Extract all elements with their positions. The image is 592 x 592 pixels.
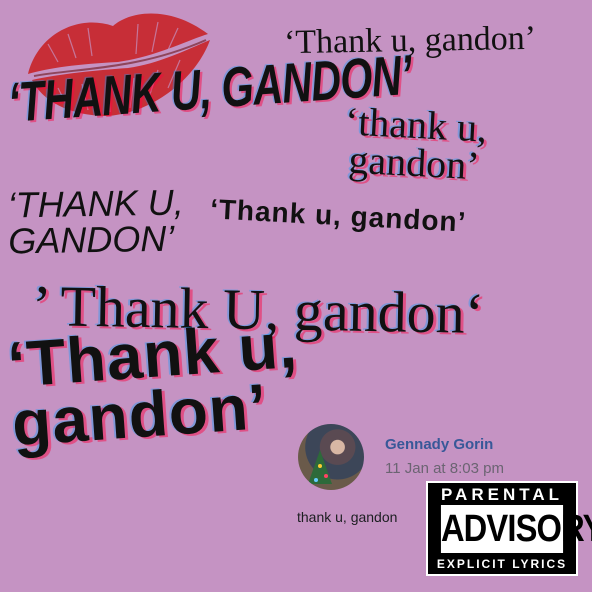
title-line-5: ‘Thank u, gandon’ <box>209 193 468 238</box>
light-icon <box>324 474 328 478</box>
parental-advisory-label: PARENTAL ADVISORY EXPLICIT LYRICS <box>426 481 592 576</box>
light-icon <box>318 464 322 468</box>
avatar[interactable] <box>298 424 364 490</box>
title-line-4: ‘THANK U, GANDON’ <box>7 181 185 262</box>
comment-text: thank u, gandon <box>297 509 398 525</box>
album-cover: ‘Thank u, gandon’ ‘THANK U, GANDON’ ‘tha… <box>0 0 592 592</box>
advisory-middle-text: ADVISORY <box>440 505 592 553</box>
title-line-3: ‘thank u, gandon’ <box>343 98 489 189</box>
advisory-bottom-text: EXPLICIT LYRICS <box>436 557 568 571</box>
title-line-7: ‘Thank u, gandon’ <box>5 308 300 460</box>
comment-timestamp[interactable]: 11 Jan at 8:03 pm <box>385 460 504 477</box>
light-icon <box>314 478 318 482</box>
comment-author-name[interactable]: Gennady Gorin <box>385 436 493 453</box>
advisory-top-text: PARENTAL <box>440 485 564 504</box>
